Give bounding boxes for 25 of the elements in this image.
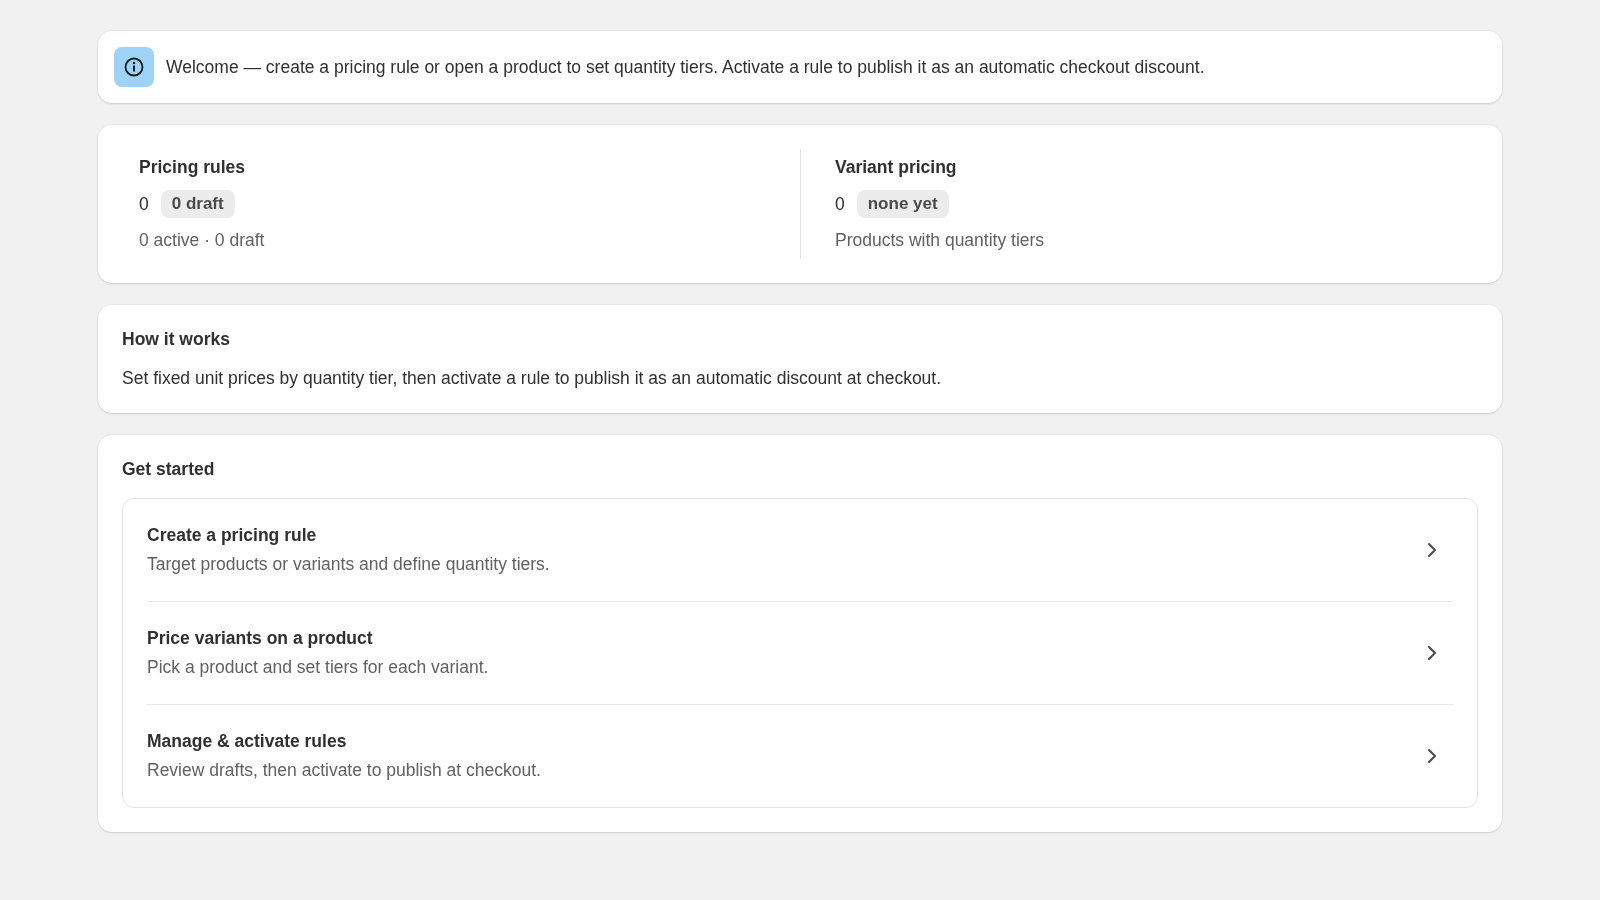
stat-caption: 0 active · 0 draft — [139, 230, 266, 251]
info-icon — [114, 47, 154, 87]
welcome-text: Welcome — create a pricing rule or open a product to set quantity tiers. Activate a rule to publish it as an automatic checkout discount. — [166, 56, 1205, 78]
stat-caption: Products with quantity tiers — [835, 230, 1046, 251]
action-description: Target products or variants and define quantity tiers. — [147, 554, 550, 575]
action-item[interactable]: Manage & activate rules Review drafts, then activate to publish at checkout. — [147, 705, 1453, 807]
stat-value: 0 — [835, 193, 845, 215]
action-item[interactable]: Price variants on a product Pick a product and set tiers for each variant. — [147, 602, 1453, 705]
chevron-right-icon — [1427, 645, 1437, 661]
section-title: Get started — [122, 459, 216, 480]
action-item[interactable]: Create a pricing rule Target products or variants and define quantity tiers. — [147, 499, 1453, 602]
section-text: Set fixed unit prices by quantity tier, then activate a rule to publish it as an automatic discount at checkout. — [122, 368, 943, 389]
action-title: Create a pricing rule — [147, 525, 318, 546]
chevron-right-icon — [1427, 542, 1437, 558]
action-description: Pick a product and set tiers for each variant. — [147, 657, 489, 678]
stat-title: Variant pricing — [835, 157, 958, 178]
action-description: Review drafts, then activate to publish at checkout. — [147, 760, 541, 781]
status-badge: 0 draft — [160, 190, 235, 218]
action-title: Price variants on a product — [147, 628, 374, 649]
action-title: Manage & activate rules — [147, 731, 348, 752]
status-badge: none yet — [856, 190, 949, 218]
section-title: How it works — [122, 329, 231, 350]
stat-value: 0 — [139, 193, 149, 215]
chevron-right-icon — [1427, 748, 1437, 764]
stat-title: Pricing rules — [139, 157, 246, 178]
